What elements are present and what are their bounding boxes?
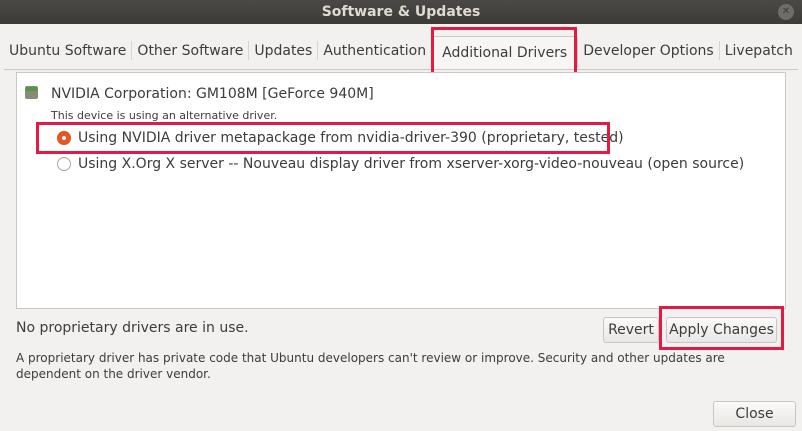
driver-option-nvidia[interactable]: Using NVIDIA driver metapackage from nvi… — [57, 128, 624, 148]
tab-bar: Ubuntu Software Other Software Updates A… — [4, 32, 798, 70]
driver-option-label: Using NVIDIA driver metapackage from nvi… — [78, 130, 624, 146]
drivers-panel: NVIDIA Corporation: GM108M [GeForce 940M… — [16, 72, 786, 309]
window-titlebar: Software & Updates ✕ — [0, 0, 802, 24]
radio-unselected-icon[interactable] — [57, 157, 71, 171]
status-text: No proprietary drivers are in use. — [16, 320, 249, 336]
tab-updates[interactable]: Updates — [249, 41, 319, 60]
close-icon[interactable]: ✕ — [778, 4, 794, 20]
driver-option-label: Using X.Org X server -- Nouveau display … — [78, 156, 745, 172]
device-name: NVIDIA Corporation: GM108M [GeForce 940M… — [51, 86, 374, 102]
proprietary-footnote: A proprietary driver has private code th… — [16, 351, 725, 381]
tab-livepatch[interactable]: Livepatch — [720, 32, 798, 69]
tab-other-software[interactable]: Other Software — [132, 41, 250, 60]
close-button[interactable]: Close — [713, 401, 796, 427]
radio-selected-icon[interactable] — [57, 131, 71, 145]
tab-developer-options[interactable]: Developer Options — [578, 41, 720, 60]
driver-option-nouveau[interactable]: Using X.Org X server -- Nouveau display … — [57, 154, 744, 174]
window-title: Software & Updates — [321, 4, 481, 20]
apply-changes-button[interactable]: Apply Changes — [666, 317, 777, 343]
tab-authentication[interactable]: Authentication — [318, 32, 431, 69]
revert-button[interactable]: Revert — [603, 317, 659, 343]
tab-additional-drivers[interactable]: Additional Drivers — [431, 36, 579, 69]
gpu-device-icon — [25, 86, 38, 99]
tab-ubuntu-software[interactable]: Ubuntu Software — [4, 41, 133, 60]
device-note: This device is using an alternative driv… — [51, 109, 278, 122]
